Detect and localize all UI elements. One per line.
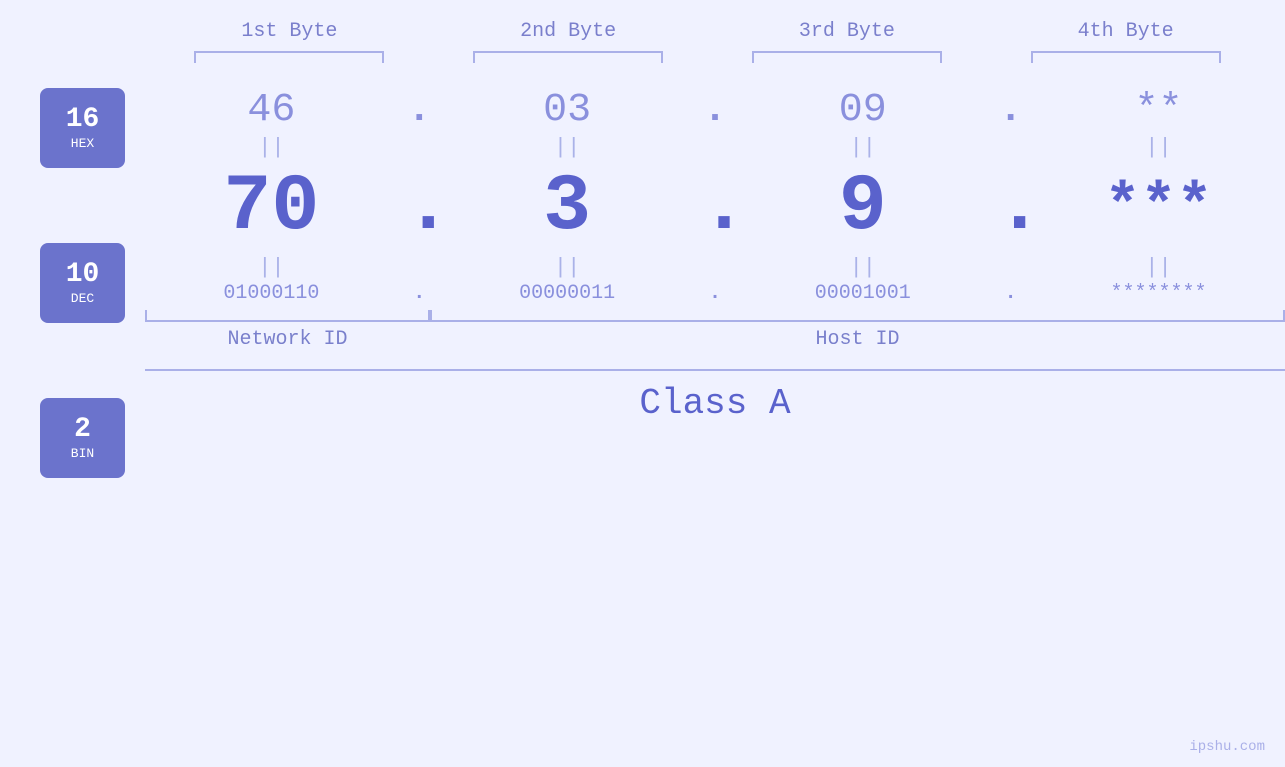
bin-text: BIN [71,446,94,461]
eq2-sp3 [996,255,1026,280]
dec-row: 70 . 3 . 9 . *** [145,162,1285,253]
network-id-label: Network ID [145,328,430,351]
byte-headers-row: 1st Byte 2nd Byte 3rd Byte 4th Byte [150,20,1265,43]
eq1-sp3 [996,135,1026,160]
class-label: Class A [145,383,1285,424]
bracket-top-3 [752,51,942,63]
eq2-b1: || [171,255,371,280]
hex-dot2: . [700,88,730,133]
id-labels: Network ID Host ID [145,328,1285,351]
watermark: ipshu.com [1189,739,1265,755]
eq1-b4: || [1058,135,1258,160]
main-content: 16 HEX 10 DEC 2 BIN 46 . [0,73,1285,767]
class-divider [145,369,1285,371]
equals-row-1: || || || || [145,135,1285,160]
host-id-label: Host ID [430,328,1285,351]
bottom-section: Network ID Host ID Class A [145,310,1285,424]
dec-dot3: . [996,162,1026,253]
network-bracket [145,310,430,322]
bin-byte1: 01000110 [171,282,371,305]
bin-dot1: . [404,282,434,305]
dec-text: DEC [71,291,94,306]
byte4-header: 4th Byte [1026,20,1226,43]
bin-number: 2 [74,416,91,444]
dec-byte3: 9 [763,162,963,253]
hex-label-box: 16 HEX [40,88,125,168]
dec-dot1: . [404,162,434,253]
top-brackets [150,51,1265,63]
dec-byte2: 3 [467,162,667,253]
byte2-header: 2nd Byte [468,20,668,43]
hex-byte2: 03 [467,88,667,133]
bracket-top-2 [473,51,663,63]
eq1-b1: || [171,135,371,160]
eq2-b2: || [467,255,667,280]
bin-row: 01000110 . 00000011 . 00001001 . [145,282,1285,305]
bin-byte4: ******** [1058,282,1258,305]
hex-row: 46 . 03 . 09 . ** [145,88,1285,133]
hex-dot3: . [996,88,1026,133]
hex-number: 16 [66,106,100,134]
byte3-header: 3rd Byte [747,20,947,43]
hex-text: HEX [71,136,94,151]
bin-byte2: 00000011 [467,282,667,305]
base-labels-column: 16 HEX 10 DEC 2 BIN [40,73,125,478]
hex-dot1: . [404,88,434,133]
eq2-b3: || [763,255,963,280]
data-rows: 46 . 03 . 09 . ** [145,73,1285,424]
dec-dot2: . [700,162,730,253]
eq1-b2: || [467,135,667,160]
eq1-b3: || [763,135,963,160]
bin-dot3: . [996,282,1026,305]
dec-byte1: 70 [171,162,371,253]
eq2-b4: || [1058,255,1258,280]
bracket-top-1 [194,51,384,63]
hex-byte3: 09 [763,88,963,133]
bin-label-box: 2 BIN [40,398,125,478]
dec-number: 10 [66,261,100,289]
bottom-brackets [145,310,1285,322]
eq2-sp1 [404,255,434,280]
eq1-sp2 [700,135,730,160]
class-section: Class A [145,369,1285,424]
eq2-sp2 [700,255,730,280]
dec-byte4: *** [1058,174,1258,242]
hex-byte1: 46 [171,88,371,133]
hex-byte4: ** [1058,88,1258,133]
main-container: 1st Byte 2nd Byte 3rd Byte 4th Byte 16 H… [0,0,1285,767]
host-bracket [430,310,1285,322]
bin-dot2: . [700,282,730,305]
eq1-sp1 [404,135,434,160]
dec-label-box: 10 DEC [40,243,125,323]
bin-byte3: 00001001 [763,282,963,305]
bracket-top-4 [1031,51,1221,63]
byte1-header: 1st Byte [189,20,389,43]
equals-row-2: || || || || [145,255,1285,280]
